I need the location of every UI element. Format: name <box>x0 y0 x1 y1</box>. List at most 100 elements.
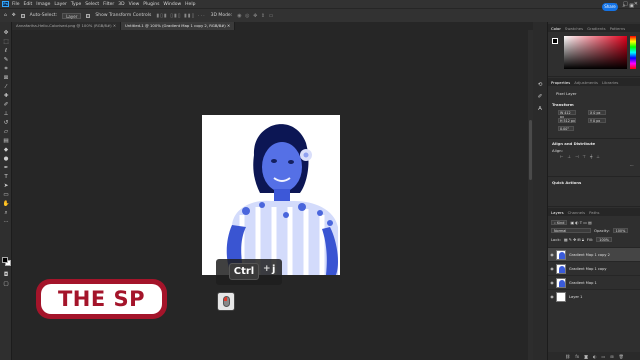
transform-controls-checkbox[interactable] <box>86 13 91 18</box>
pen-tool-icon[interactable]: ✒ <box>2 165 10 172</box>
quick-select-tool-icon[interactable]: ✎ <box>2 57 10 64</box>
layer-row[interactable]: ◉ Gradient Map 1 copy 2 <box>548 247 640 261</box>
foreground-color-swatch[interactable] <box>2 257 8 263</box>
menu-layer[interactable]: Layer <box>54 2 67 7</box>
search-icon[interactable]: ⌕ <box>622 3 625 9</box>
visibility-eye-icon[interactable]: ◉ <box>548 266 556 271</box>
tab-untitled-1[interactable]: Untitled-1 @ 100% (Gradient Map 1 copy 2… <box>121 22 236 30</box>
marquee-tool-icon[interactable]: ⬚ <box>2 39 10 46</box>
menu-file[interactable]: File <box>12 2 20 7</box>
menu-window[interactable]: Window <box>163 2 181 7</box>
menu-type[interactable]: Type <box>71 2 81 7</box>
align-distribute-title[interactable]: Align and Distribute <box>552 141 595 146</box>
more-icon[interactable]: ··· <box>630 163 634 168</box>
character-panel-icon[interactable]: A <box>536 106 544 113</box>
color-panel-swatch[interactable] <box>552 38 558 44</box>
history-brush-tool-icon[interactable]: ↺ <box>2 120 10 127</box>
auto-select-checkbox[interactable] <box>20 13 25 18</box>
menu-filter[interactable]: Filter <box>103 2 114 7</box>
tab-channels[interactable]: Channels <box>568 210 586 215</box>
document-canvas[interactable] <box>202 115 340 275</box>
healing-tool-icon[interactable]: ✚ <box>2 93 10 100</box>
folder-icon[interactable]: ▭ <box>602 354 606 359</box>
auto-select-target-dropdown[interactable]: Layer <box>62 12 82 19</box>
color-picker-field[interactable] <box>564 36 627 69</box>
quick-actions-title[interactable]: Quick Actions <box>552 180 581 185</box>
home-icon[interactable]: ⌂ <box>4 13 7 18</box>
move-tool-icon[interactable]: ✥ <box>12 13 16 18</box>
tab-patterns[interactable]: Patterns <box>610 26 626 31</box>
hand-tool-icon[interactable]: ✋ <box>2 201 10 208</box>
dodge-tool-icon[interactable]: ● <box>2 156 10 163</box>
height-field[interactable]: H 512 px <box>558 118 576 123</box>
menu-help[interactable]: Help <box>185 2 195 7</box>
quick-mask-icon[interactable]: ◘ <box>2 272 10 279</box>
filter-icons[interactable]: ▣ ◐ T ▭ ▤ <box>570 220 591 225</box>
tab-gradients[interactable]: Gradients <box>587 26 606 31</box>
tab-paths[interactable]: Paths <box>589 210 599 215</box>
frame-tool-icon[interactable]: ⊠ <box>2 75 10 82</box>
path-select-tool-icon[interactable]: ➤ <box>2 183 10 190</box>
tab-swatches[interactable]: Swatches <box>565 26 583 31</box>
menu-edit[interactable]: Edit <box>24 2 33 7</box>
align-center-icon[interactable]: ⊥ <box>567 154 570 159</box>
gradient-tool-icon[interactable]: ▤ <box>2 138 10 145</box>
menu-3d[interactable]: 3D <box>118 2 124 7</box>
tab-properties[interactable]: Properties <box>551 80 570 85</box>
visibility-eye-icon[interactable]: ◉ <box>548 280 556 285</box>
workspace-icon[interactable]: ▣ <box>629 3 634 9</box>
history-panel-icon[interactable]: ⟲ <box>536 82 544 89</box>
new-layer-icon[interactable]: ⊞ <box>610 354 613 359</box>
align-bottom-icon[interactable]: ⊥ <box>596 154 599 159</box>
brush-tool-icon[interactable]: ✐ <box>2 102 10 109</box>
align-left-icon[interactable]: ⊢ <box>560 154 563 159</box>
move-tool-icon[interactable]: ✥ <box>2 30 10 37</box>
tab-layers[interactable]: Layers <box>551 210 564 215</box>
align-middle-icon[interactable]: ╪ <box>590 154 592 159</box>
lock-icons[interactable]: ▦ ✎ ✥ ⊞ 🔒︎ <box>564 237 584 242</box>
x-field[interactable]: X 0 px <box>588 110 606 115</box>
close-icon[interactable]: ✕ <box>634 1 638 7</box>
width-field[interactable]: W 412 px <box>558 110 576 119</box>
align-right-icon[interactable]: ⊣ <box>575 154 578 159</box>
fill-field[interactable]: 100% <box>596 237 612 242</box>
visibility-eye-icon[interactable]: ◉ <box>548 294 556 299</box>
layer-row[interactable]: ◉ Layer 1 <box>548 289 640 303</box>
layer-row[interactable]: ◉ Gradient Map 1 copy <box>548 261 640 275</box>
transform-title[interactable]: Transform <box>552 102 574 107</box>
y-field[interactable]: Y 0 px <box>588 118 606 123</box>
blend-mode-dropdown[interactable]: Normal <box>551 228 591 233</box>
eyedropper-tool-icon[interactable]: ⁄ <box>2 84 10 91</box>
lasso-tool-icon[interactable]: ℓ <box>2 48 10 55</box>
tab-color[interactable]: Color <box>551 26 561 31</box>
tab-libraries[interactable]: Libraries <box>602 80 618 85</box>
blur-tool-icon[interactable]: ◆ <box>2 147 10 154</box>
visibility-eye-icon[interactable]: ◉ <box>548 252 556 257</box>
menu-image[interactable]: Image <box>36 2 50 7</box>
align-icons[interactable]: ▮▯▮ ▯▮▯ ▮▮▯ ··· <box>156 13 205 19</box>
mask-icon[interactable]: ◙ <box>584 354 588 359</box>
stamp-tool-icon[interactable]: ⊥ <box>2 111 10 118</box>
eraser-tool-icon[interactable]: ▱ <box>2 129 10 136</box>
align-top-icon[interactable]: ⊤ <box>582 154 585 159</box>
link-icon[interactable]: ⛓ <box>565 354 570 359</box>
crop-tool-icon[interactable]: ⌗ <box>2 66 10 73</box>
more-tools-icon[interactable]: ··· <box>2 219 10 226</box>
tab-adjustments[interactable]: Adjustments <box>574 80 598 85</box>
menu-view[interactable]: View <box>129 2 140 7</box>
shape-tool-icon[interactable]: ▭ <box>2 192 10 199</box>
tab-annafariha[interactable]: Annafariha-Hello-Colorised.png @ 100% (R… <box>12 22 121 30</box>
opacity-field[interactable]: 100% <box>612 228 629 233</box>
kind-filter-dropdown[interactable]: ⌕ Kind <box>551 220 568 225</box>
share-button[interactable]: Share <box>602 3 618 11</box>
3d-mode-icons[interactable]: ◉ ◎ ✥ ⇕ ▭ <box>237 13 274 19</box>
type-tool-icon[interactable]: T <box>2 174 10 181</box>
adjustment-icon[interactable]: ◐ <box>593 354 597 359</box>
angle-field[interactable]: 0.00° <box>558 126 574 131</box>
fx-icon[interactable]: fx <box>575 354 579 359</box>
brush-panel-icon[interactable]: ✐ <box>536 94 544 101</box>
trash-icon[interactable]: 🗑︎ <box>619 354 624 359</box>
zoom-tool-icon[interactable]: ⌕ <box>2 210 10 217</box>
scrollbar-thumb[interactable] <box>529 120 532 180</box>
layer-row[interactable]: ◉ Gradient Map 1 <box>548 275 640 289</box>
